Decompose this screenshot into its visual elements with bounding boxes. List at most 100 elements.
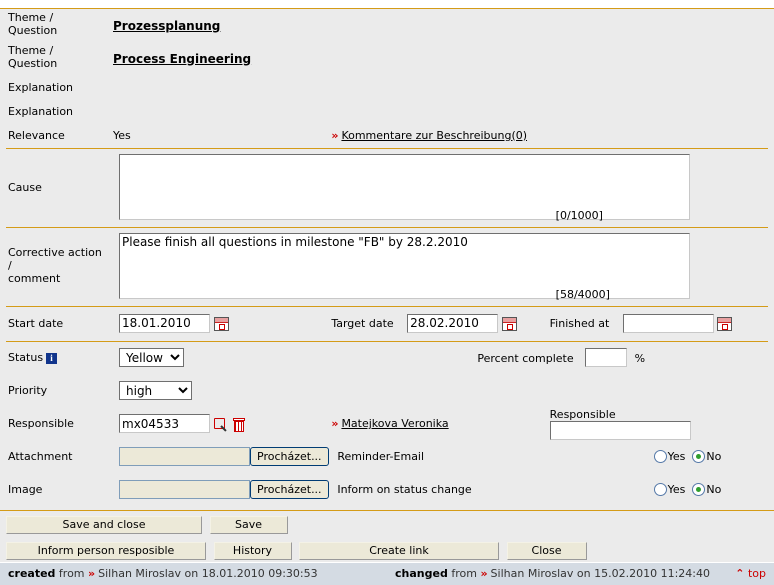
search-icon[interactable]	[214, 417, 228, 432]
cell-responsible-person: » Matejkova Veronika	[331, 407, 549, 440]
label-attachment: Attachment	[8, 450, 73, 463]
percent-complete-input[interactable]	[585, 348, 628, 368]
row-responsible: Responsible »Matejkova Veronika Responsi…	[6, 407, 768, 440]
label-explanation-2: Explanation	[8, 104, 74, 118]
cause-textarea[interactable]	[119, 154, 690, 220]
responsible-input[interactable]	[119, 414, 210, 433]
image-browse-button[interactable]: Procházet...	[250, 480, 329, 500]
inform-status-yes-radio[interactable]	[653, 483, 667, 497]
changed-info: changed from » Silhan Miroslav on 15.02.2…	[395, 563, 710, 585]
label-inform-on-status-change: Inform on status change	[337, 483, 472, 496]
row-dates: Start date Target date Finished at	[6, 307, 768, 340]
history-button[interactable]: History	[213, 542, 292, 560]
created-from-label: from	[58, 567, 85, 580]
changed-label: changed	[395, 567, 448, 580]
cell-cause-textarea	[113, 149, 690, 227]
cell-theme-question-2-value: Process Engineering	[113, 42, 768, 75]
status-bar: created from » Silhan Miroslav on 18.01.2…	[0, 562, 774, 585]
corrective-action-char-counter: [58/4000]	[555, 288, 610, 301]
cell-start-date	[113, 307, 331, 340]
changed-from-label: from	[451, 567, 477, 580]
calendar-icon[interactable]	[717, 317, 733, 332]
reminder-email-yes-radio[interactable]	[653, 450, 667, 464]
cell-finished-at: Finished at	[550, 307, 768, 340]
priority-select[interactable]: high	[119, 381, 192, 400]
cell-reminder-email-label: Reminder-Email	[331, 440, 549, 473]
up-arrow-icon: ⌃	[735, 567, 745, 580]
trash-icon[interactable]	[233, 417, 245, 432]
row-corrective-action: Corrective action / comment Please finis…	[6, 228, 768, 306]
image-path-input[interactable]	[119, 479, 250, 499]
row-relevance: Relevance Yes » Kommentare zur Beschreibu…	[6, 123, 768, 147]
cell-inform-status-label: Inform on status change	[331, 473, 549, 506]
target-date-input[interactable]	[407, 313, 499, 333]
cell-image-file: Procházet...	[113, 473, 331, 506]
cell-attachment-file: Procházet...	[113, 440, 331, 473]
label-finished-at: Finished at	[549, 317, 610, 331]
primary-button-bar: Save and close Save	[0, 511, 774, 534]
comment-description-link[interactable]: Kommentare zur Beschreibung(0)	[341, 129, 527, 142]
row-status: Status i Yellow Percent complete %	[6, 341, 768, 374]
changed-timestamp: on 15.02.2010 11:24:40	[576, 567, 711, 580]
secondary-button-bar: Inform person resposible History Create …	[0, 534, 774, 560]
inform-status-no-label: No	[706, 483, 722, 497]
create-link-button[interactable]: Create link	[299, 542, 499, 560]
cell-reminder-email-radios: Yes No	[550, 440, 768, 473]
cell-status-select: Yellow	[113, 341, 331, 374]
form-content: Theme / Question Prozessplanung Theme / …	[0, 9, 774, 506]
start-date-input[interactable]	[119, 313, 210, 333]
save-and-close-button[interactable]: Save and close	[6, 516, 202, 534]
calendar-icon[interactable]	[501, 317, 517, 332]
label-reminder-email: Reminder-Email	[337, 450, 425, 463]
cell-priority-select: high	[113, 374, 768, 407]
theme-question-2-link[interactable]: Process Engineering	[113, 52, 251, 66]
cell-inform-status-radios: Yes No	[550, 473, 768, 506]
top-spacer	[0, 0, 774, 8]
task-form-table: Theme / Question Prozessplanung Theme / …	[6, 9, 768, 506]
info-icon[interactable]: i	[46, 352, 58, 364]
label-theme-question-2: Theme / Question	[8, 44, 58, 70]
back-to-top-link[interactable]: ⌃ top	[735, 563, 766, 585]
close-button[interactable]: Close	[506, 542, 587, 560]
row-explanation-2: Explanation	[6, 99, 768, 123]
cell-theme-question-1-value: Prozessplanung	[113, 9, 768, 42]
cause-char-counter: [0/1000]	[555, 209, 603, 222]
label-image: Image	[8, 483, 43, 496]
cell-responsible-2: Responsible	[549, 407, 768, 440]
save-button[interactable]: Save	[209, 516, 288, 534]
chevron-right-icon: »	[331, 417, 339, 430]
responsible-2-input[interactable]	[549, 420, 691, 440]
attachment-path-input[interactable]	[119, 446, 250, 466]
label-responsible-2: Responsible	[549, 407, 616, 421]
reminder-email-no-radio[interactable]	[692, 450, 706, 464]
row-explanation-1: Explanation	[6, 75, 768, 99]
theme-question-1-link[interactable]: Prozessplanung	[113, 19, 220, 33]
inform-person-responsible-button[interactable]: Inform person resposible	[6, 542, 206, 560]
inform-status-no-radio[interactable]	[692, 483, 706, 497]
label-start-date: Start date	[8, 316, 64, 330]
created-info: created from » Silhan Miroslav on 18.01.2…	[8, 563, 318, 585]
cell-responsible-input	[113, 407, 331, 440]
cell-comment-link: » Kommentare zur Beschreibung(0)	[331, 123, 768, 147]
label-theme-question-1: Theme / Question	[8, 11, 58, 37]
responsible-person-link[interactable]: Matejkova Veronika	[341, 417, 448, 430]
row-image: Image Procházet... Inform on status chan…	[6, 473, 768, 506]
inform-status-yes-label: Yes	[667, 483, 686, 497]
status-select[interactable]: Yellow	[119, 348, 184, 368]
calendar-icon[interactable]	[213, 317, 229, 332]
created-timestamp: on 18.01.2010 09:30:53	[184, 567, 318, 580]
label-corrective-action: Corrective action / comment	[8, 246, 102, 285]
reminder-email-yes-label: Yes	[667, 450, 686, 464]
row-attachment: Attachment Procházet... Reminder-Email Y…	[6, 440, 768, 473]
cell-explanation-2-value	[113, 99, 768, 123]
created-label: created	[8, 567, 56, 580]
row-cause: Cause [0/1000]	[6, 149, 768, 227]
finished-at-input[interactable]	[622, 313, 714, 333]
reminder-email-no-label: No	[706, 450, 722, 464]
attachment-browse-button[interactable]: Procházet...	[250, 447, 329, 467]
label-responsible: Responsible	[8, 417, 74, 430]
label-explanation-1: Explanation	[8, 80, 74, 94]
chevron-right-icon: »	[480, 567, 488, 580]
created-user: Silhan Miroslav	[98, 567, 182, 580]
relevance-value: Yes	[113, 128, 131, 142]
